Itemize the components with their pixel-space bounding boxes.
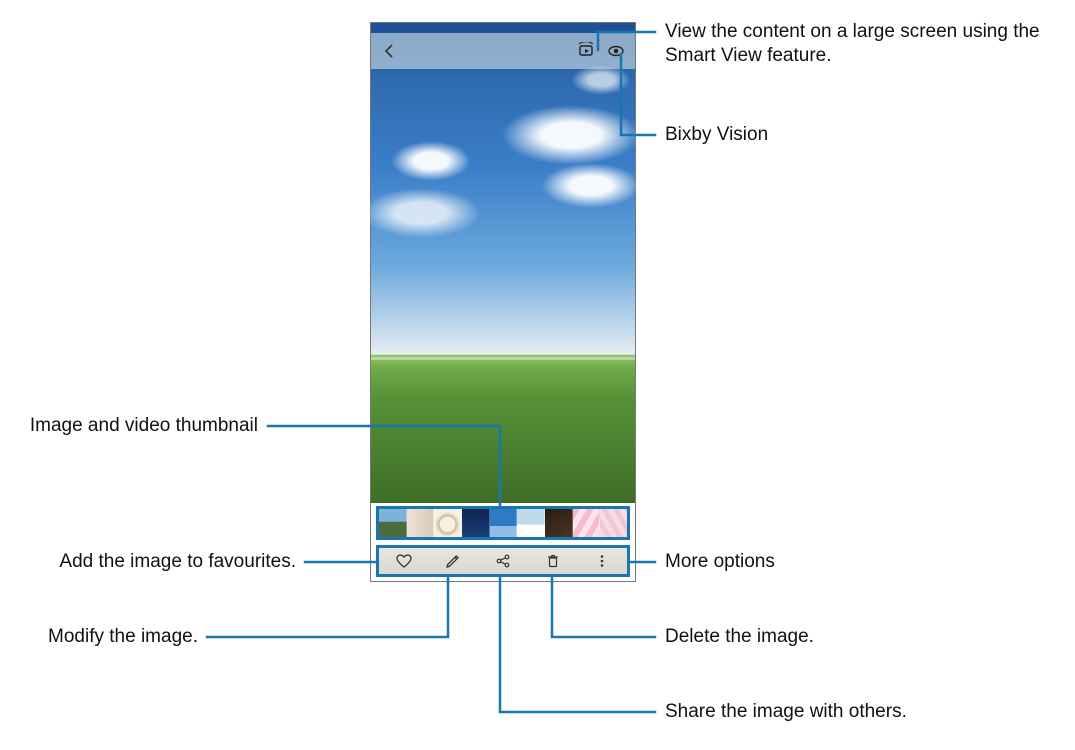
bottom-toolbar (376, 545, 630, 577)
thumbnail[interactable] (379, 509, 407, 537)
share-icon[interactable] (495, 553, 511, 569)
callout-favourites: Add the image to favourites. (0, 550, 296, 574)
trash-icon[interactable] (545, 553, 561, 569)
thumbnail[interactable] (600, 509, 627, 537)
callout-more: More options (665, 550, 775, 574)
callout-bixby: Bixby Vision (665, 123, 768, 147)
edit-icon[interactable] (445, 553, 461, 569)
thumbnail[interactable] (434, 509, 462, 537)
more-icon[interactable] (594, 553, 610, 569)
thumbnail[interactable] (462, 509, 490, 537)
thumbnail[interactable] (490, 509, 518, 537)
callout-thumbnails: Image and video thumbnail (0, 414, 258, 438)
back-icon[interactable] (381, 43, 397, 59)
callout-share: Share the image with others. (665, 700, 907, 724)
callout-delete: Delete the image. (665, 625, 814, 649)
bixby-vision-icon[interactable] (607, 42, 625, 60)
horizon (371, 357, 635, 360)
main-image[interactable] (371, 23, 635, 503)
phone-frame (370, 22, 636, 582)
callout-modify: Modify the image. (0, 625, 198, 649)
thumbnail[interactable] (517, 509, 545, 537)
heart-icon[interactable] (396, 553, 412, 569)
thumbnail[interactable] (573, 509, 601, 537)
thumbnail[interactable] (407, 509, 435, 537)
top-bar (371, 33, 635, 69)
thumbnail-strip[interactable] (376, 506, 630, 540)
smart-view-icon[interactable] (577, 42, 595, 60)
thumbnail[interactable] (545, 509, 573, 537)
callout-smart-view: View the content on a large screen using… (665, 20, 1065, 68)
